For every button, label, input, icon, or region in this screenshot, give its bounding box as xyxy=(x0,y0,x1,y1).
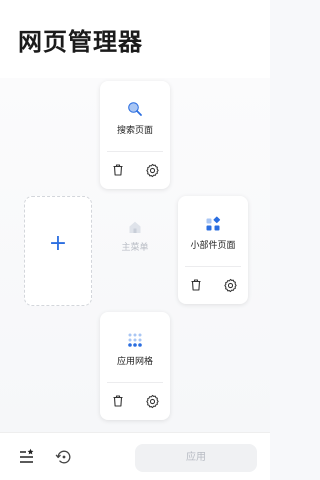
widget-page-card[interactable]: 小部件页面 xyxy=(178,196,248,304)
home-icon xyxy=(129,221,141,233)
add-page-slot[interactable]: + xyxy=(24,196,92,306)
search-page-delete-button[interactable] xyxy=(110,162,126,178)
card-divider xyxy=(107,382,163,383)
search-icon xyxy=(128,102,142,116)
home-menu-label: 主菜单 xyxy=(121,243,149,253)
card-divider xyxy=(107,151,163,152)
trash-icon xyxy=(113,164,123,176)
widget-page-label: 小部件页面 xyxy=(190,241,236,251)
search-page-settings-button[interactable] xyxy=(144,162,160,178)
card-divider xyxy=(185,266,241,267)
search-page-label: 搜索页面 xyxy=(116,126,153,136)
trash-icon xyxy=(191,279,201,291)
page-header: 网页管理器 xyxy=(0,0,270,78)
apply-button[interactable]: 应用 xyxy=(135,444,257,472)
home-menu-slot[interactable]: 主菜单 xyxy=(100,196,170,306)
gear-icon xyxy=(223,278,237,292)
history-icon[interactable] xyxy=(55,448,73,466)
bottom-bar: 应用 xyxy=(0,432,270,480)
list-star-icon[interactable] xyxy=(18,448,36,466)
widget-page-settings-button[interactable] xyxy=(222,277,238,293)
add-icon: + xyxy=(48,231,68,256)
app-grid-settings-button[interactable] xyxy=(144,393,160,409)
search-page-card[interactable]: 搜索页面 xyxy=(100,81,170,189)
app-grid-label: 应用网格 xyxy=(116,357,153,367)
widget-icon xyxy=(206,216,221,231)
app-grid-icon xyxy=(128,333,142,347)
app-grid-delete-button[interactable] xyxy=(110,393,126,409)
app-grid-card[interactable]: 应用网格 xyxy=(100,312,170,420)
trash-icon xyxy=(113,395,123,407)
widget-page-delete-button[interactable] xyxy=(188,277,204,293)
gear-icon xyxy=(145,394,159,408)
gear-icon xyxy=(145,163,159,177)
page-title: 网页管理器 xyxy=(18,28,143,56)
